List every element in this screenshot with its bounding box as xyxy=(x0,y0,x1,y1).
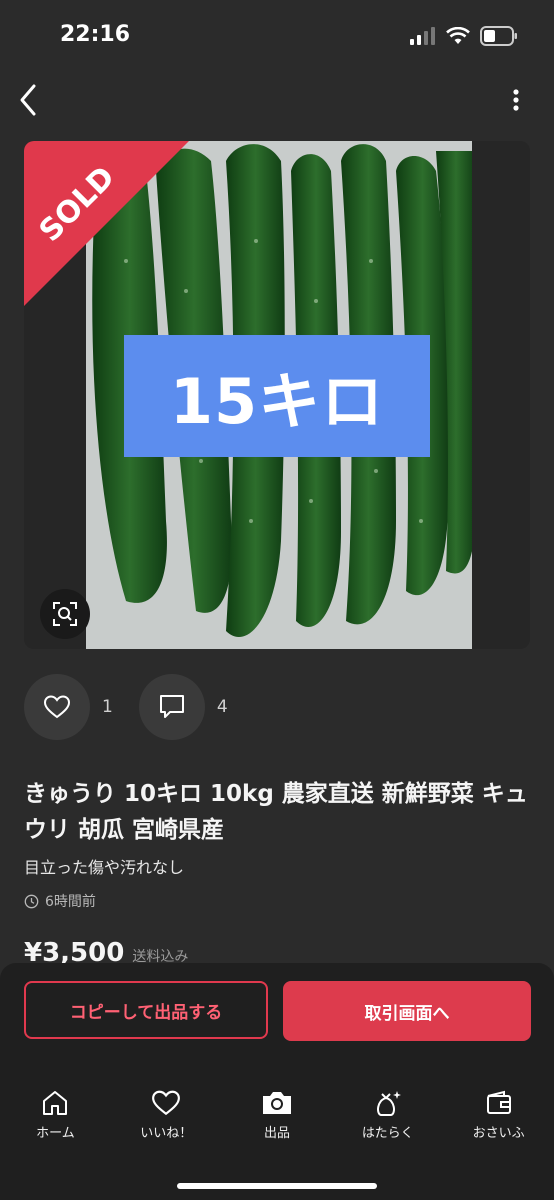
tab-sell-label: 出品 xyxy=(263,1126,290,1141)
chevron-left-icon xyxy=(20,84,36,116)
like-button[interactable] xyxy=(24,674,90,740)
more-vertical-icon xyxy=(513,89,519,111)
tab-likes[interactable]: いいね！ xyxy=(111,1088,222,1158)
heart-icon xyxy=(152,1090,181,1116)
product-image-area[interactable]: SOLD 15キロ xyxy=(24,141,530,649)
tab-sell[interactable]: 出品 xyxy=(222,1088,333,1158)
item-condition: 目立った傷や汚れなし xyxy=(24,858,185,877)
clock-icon xyxy=(24,894,39,908)
item-title: きゅうり 10キロ 10kg 農家直送 新鮮野菜 キュウリ 胡瓜 宮崎県産 xyxy=(24,781,528,843)
tab-bar: ホーム いいね！ 出品 はたらく おさいふ xyxy=(0,1088,554,1158)
battery-icon xyxy=(480,26,517,46)
back-button[interactable] xyxy=(14,80,46,120)
posted-time-text: 6時間前 xyxy=(45,894,96,910)
tab-work[interactable]: はたらく xyxy=(332,1088,443,1158)
heart-icon xyxy=(43,695,71,719)
tab-home[interactable]: ホーム xyxy=(0,1088,111,1158)
status-bar: 22:16 xyxy=(0,0,554,72)
wifi-icon xyxy=(446,27,470,44)
home-icon xyxy=(43,1091,68,1115)
nav-bar xyxy=(0,72,554,128)
copy-listing-button[interactable]: コピーして出品する xyxy=(24,981,268,1039)
tab-home-label: ホーム xyxy=(36,1126,75,1141)
tab-wallet-label: おさいふ xyxy=(472,1126,525,1141)
tab-wallet[interactable]: おさいふ xyxy=(443,1088,554,1158)
home-indicator xyxy=(177,1183,377,1189)
image-search-icon xyxy=(53,602,77,626)
signal-icon xyxy=(410,27,435,45)
transaction-screen-button[interactable]: 取引画面へ xyxy=(283,981,531,1041)
tab-likes-label: いいね！ xyxy=(140,1126,193,1141)
wallet-icon xyxy=(486,1090,511,1114)
image-search-button[interactable] xyxy=(40,589,90,639)
like-count: 1 xyxy=(102,697,113,717)
camera-icon xyxy=(262,1092,291,1114)
tab-work-label: はたらく xyxy=(361,1126,414,1141)
weight-overlay: 15キロ xyxy=(124,335,430,457)
comment-button[interactable] xyxy=(138,674,205,740)
system-icons xyxy=(410,26,518,46)
posted-time: 6時間前 xyxy=(24,891,96,911)
comment-icon xyxy=(159,695,184,718)
bottom-sheet: コピーして出品する 取引画面へ ホーム いいね！ 出品 はたらく おさいふ xyxy=(0,963,554,1200)
more-options-button[interactable] xyxy=(506,84,526,116)
item-actions: 1 4 xyxy=(24,673,254,741)
comment-count: 4 xyxy=(216,697,228,717)
status-time: 22:16 xyxy=(60,22,131,47)
sold-ribbon: SOLD xyxy=(24,141,189,306)
bag-icon xyxy=(376,1091,401,1116)
